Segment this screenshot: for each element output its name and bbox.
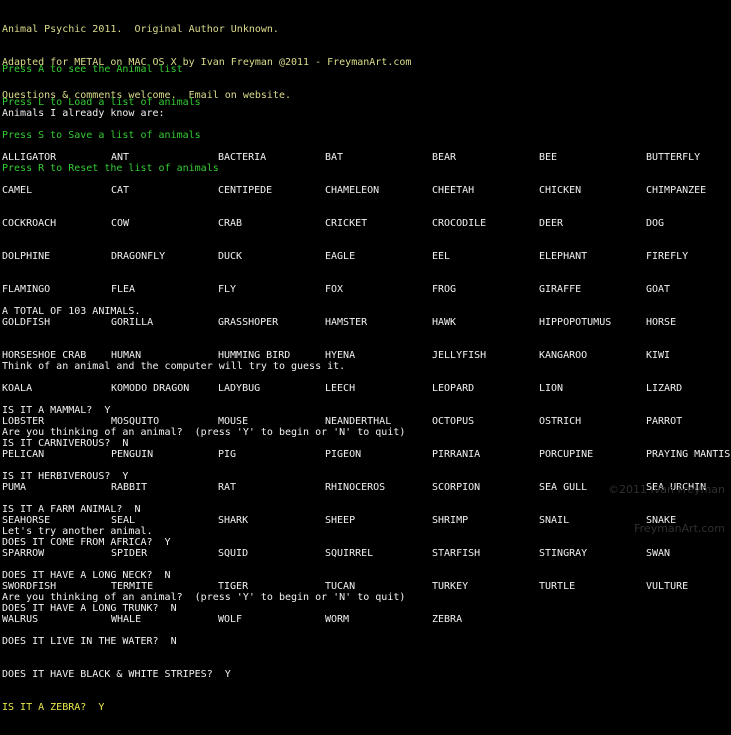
animal-item: EAGLE — [325, 251, 356, 262]
animal-item — [539, 614, 647, 625]
animal-item: DRAGONFLY — [111, 251, 166, 262]
animal-item: CHICKEN — [539, 185, 582, 196]
animal-item: BACTERIA — [218, 152, 267, 163]
animal-item: GRASSHOPER — [218, 317, 279, 328]
animal-item: ZEBRA — [432, 614, 463, 625]
animal-item: OSTRICH — [539, 416, 582, 427]
watermark-copyright: ©2011 Ivan Freyman — [608, 483, 725, 496]
animal-item: DUCK — [218, 251, 243, 262]
animal-item: CHAMELEON — [325, 185, 380, 196]
animal-item: FLEA — [111, 284, 136, 295]
animal-column-5: BEAR CHEETAH CROCODILE EEL FROG HAWK JEL… — [432, 130, 540, 647]
animal-item: ELEPHANT — [539, 251, 588, 262]
animal-item: DOLPHINE — [2, 251, 51, 262]
animal-item: ALLIGATOR — [2, 152, 57, 163]
intro-instruction: Think of an animal and the computer will… — [2, 361, 346, 372]
menu-item-animal-list[interactable]: Press A to see the Animal list — [2, 64, 219, 75]
animal-column-7: BUTTERFLY CHIMPANZEE DOG FIREFLY GOAT HO… — [646, 130, 731, 647]
animal-total-count: A TOTAL OF 103 ANIMALS. — [2, 306, 141, 317]
animal-item: KIWI — [646, 350, 671, 361]
animal-item: DEER — [539, 218, 564, 229]
animal-item: STARFISH — [432, 548, 481, 559]
footer-retry-message: Let's try another animal. — [2, 526, 153, 537]
animal-item: FLAMINGO — [2, 284, 51, 295]
animal-item: COW — [111, 218, 130, 229]
animal-item: SCORPION — [432, 482, 481, 493]
qa-entry-final-guess: IS IT A ZEBRA? Y — [2, 702, 105, 713]
animal-item: GIRAFFE — [539, 284, 582, 295]
animal-item: CRAB — [218, 218, 243, 229]
animal-item: HORSE — [646, 317, 677, 328]
animal-item: GOLDFISH — [2, 317, 51, 328]
animal-item: CRICKET — [325, 218, 368, 229]
footer-block: Let's try another animal. Are you thinki… — [2, 504, 405, 625]
animal-item: COCKROACH — [2, 218, 57, 229]
animal-item: FLY — [218, 284, 237, 295]
animal-item: CHEETAH — [432, 185, 475, 196]
qa-entry: IS IT A MAMMAL? Y — [2, 405, 111, 416]
animal-item: HIPPOPOTUMUS — [539, 317, 612, 328]
animal-item: DOG — [646, 218, 665, 229]
qa-entry: IS IT CARNIVEROUS? N — [2, 438, 129, 449]
animal-item: LEOPARD — [432, 383, 475, 394]
animal-item: EEL — [432, 251, 451, 262]
animal-item: ANT — [111, 152, 130, 163]
animal-item: PARROT — [646, 416, 683, 427]
animal-item: SHRIMP — [432, 515, 469, 526]
animal-item: KANGAROO — [539, 350, 588, 361]
animal-item: FOX — [325, 284, 344, 295]
footer-prompt[interactable]: Are you thinking of an animal? (press 'Y… — [2, 592, 405, 603]
animal-item: HAMSTER — [325, 317, 368, 328]
watermark: ©2011 Ivan Freyman FreymanArt.com — [608, 457, 725, 561]
terminal-screen[interactable]: Animal Psychic 2011. Original Author Unk… — [0, 0, 731, 713]
animal-column-6: BEE CHICKEN DEER ELEPHANT GIRAFFE HIPPOP… — [539, 130, 647, 647]
animal-item: JELLYFISH — [432, 350, 487, 361]
animal-list-grid: ALLIGATOR CAMEL COCKROACH DOLPHINE FLAMI… — [2, 130, 730, 625]
animal-item: BAT — [325, 152, 344, 163]
animal-item: TURTLE — [539, 581, 576, 592]
animal-item: LION — [539, 383, 564, 394]
qa-entry: DOES IT HAVE BLACK & WHITE STRIPES? Y — [2, 669, 231, 680]
animal-item: CHIMPANZEE — [646, 185, 707, 196]
watermark-site: FreymanArt.com — [634, 522, 725, 535]
animal-item: GOAT — [646, 284, 671, 295]
animal-item: RHINOCEROS — [325, 482, 386, 493]
animal-item: BUTTERFLY — [646, 152, 701, 163]
animal-item: CAT — [111, 185, 130, 196]
animal-item: HAWK — [432, 317, 457, 328]
animal-item: FROG — [432, 284, 457, 295]
qa-entry: DOES IT LIVE IN THE WATER? N — [2, 636, 177, 647]
animal-item: OCTOPUS — [432, 416, 475, 427]
animal-item: LIZARD — [646, 383, 683, 394]
animal-item: CROCODILE — [432, 218, 487, 229]
animal-item: VULTURE — [646, 581, 689, 592]
known-animals-heading: Animals I already know are: — [2, 108, 165, 119]
animal-item: RAT — [218, 482, 237, 493]
animal-item: PIRRANIA — [432, 449, 481, 460]
animal-item: CENTIPEDE — [218, 185, 273, 196]
animal-item: FIREFLY — [646, 251, 689, 262]
animal-item: TURKEY — [432, 581, 469, 592]
menu-item-load-list[interactable]: Press L to Load a list of animals — [2, 97, 219, 108]
animal-item: CAMEL — [2, 185, 33, 196]
animal-item: GORILLA — [111, 317, 154, 328]
animal-item: BEAR — [432, 152, 457, 163]
qa-entry: IS IT HERBIVEROUS? Y — [2, 471, 129, 482]
animal-item — [646, 614, 731, 625]
header-line-1: Animal Psychic 2011. Original Author Unk… — [2, 24, 279, 35]
animal-item: BEE — [539, 152, 558, 163]
